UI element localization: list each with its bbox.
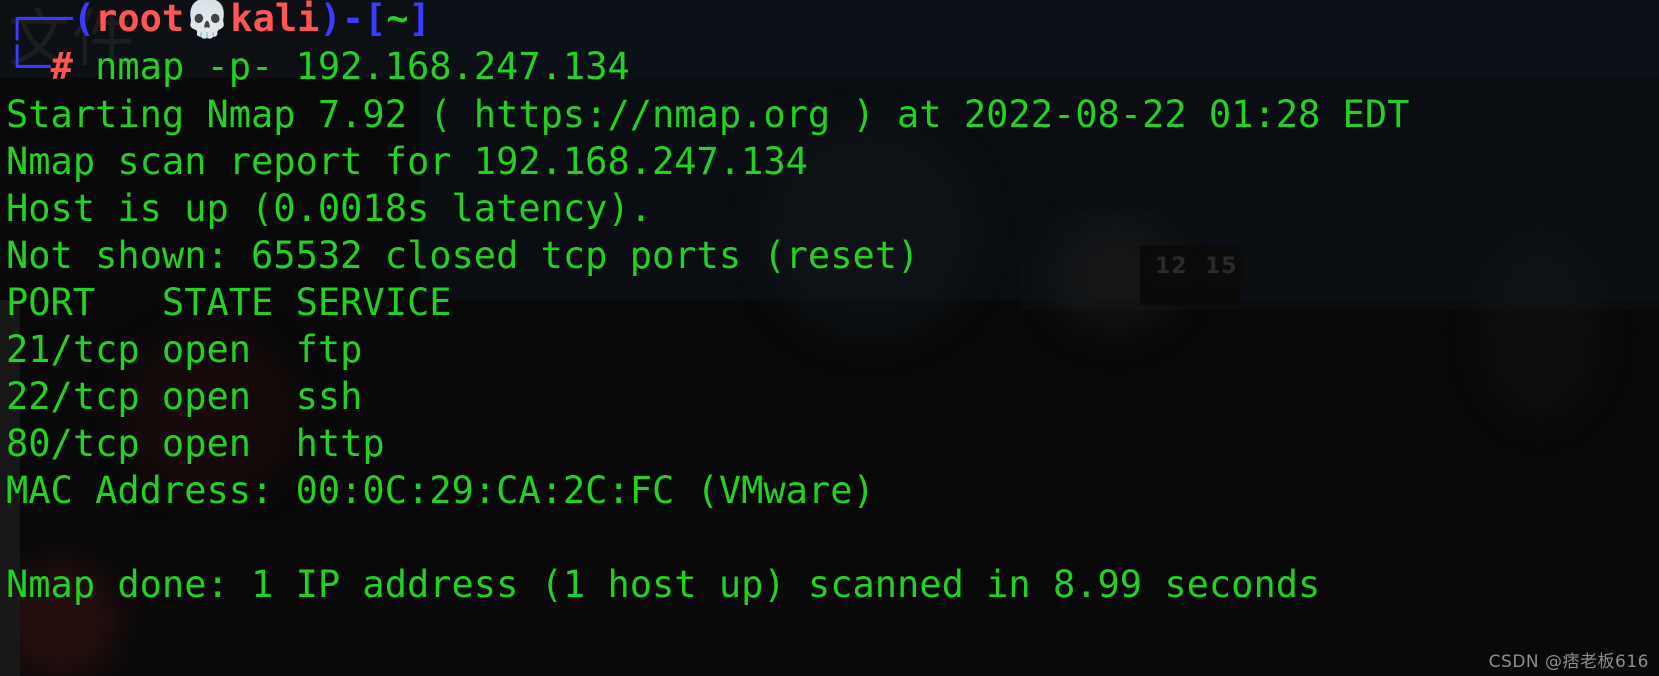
shell-prompt-line-top: ┌──(root💀kali)-[~] xyxy=(6,0,431,42)
prompt-bracket-open: [ xyxy=(363,0,387,40)
prompt-box-top: ┌── xyxy=(6,0,73,40)
output-line-scan-report: Nmap scan report for 192.168.247.134 xyxy=(6,140,808,183)
command-text: nmap -p- 192.168.247.134 xyxy=(95,45,630,88)
output-line-mac-address: MAC Address: 00:0C:29:CA:2C:FC (VMware) xyxy=(6,469,875,512)
prompt-user: root xyxy=(95,0,185,40)
prompt-dash: - xyxy=(341,0,364,40)
prompt-host: kali xyxy=(230,0,320,40)
port-table-row-ftp: 21/tcp open ftp xyxy=(6,328,363,371)
output-line-host-up: Host is up (0.0018s latency). xyxy=(6,187,653,230)
csdn-watermark: CSDN @痞老板616 xyxy=(1488,652,1649,672)
prompt-sigil: # xyxy=(50,45,73,88)
port-table-header: PORT STATE SERVICE xyxy=(6,281,452,324)
port-table-row-ssh: 22/tcp open ssh xyxy=(6,375,363,418)
port-table-row-http: 80/tcp open http xyxy=(6,422,385,465)
prompt-bracket-close: ] xyxy=(408,0,431,40)
shell-prompt-line-bottom[interactable]: └─# nmap -p- 192.168.247.134 xyxy=(6,44,630,90)
prompt-cwd: ~ xyxy=(386,0,409,40)
terminal-screen[interactable]: ┌──(root💀kali)-[~] └─# nmap -p- 192.168.… xyxy=(0,0,1659,676)
terminal-window[interactable]: 12 15 文件 ┌──(root💀kali)-[~] └─# nmap -p-… xyxy=(0,0,1659,676)
prompt-paren-close: ) xyxy=(319,0,342,40)
command-input[interactable]: nmap -p- 192.168.247.134 xyxy=(73,45,630,88)
prompt-paren-open: ( xyxy=(72,0,96,40)
output-line-nmap-done: Nmap done: 1 IP address (1 host up) scan… xyxy=(6,563,1321,606)
prompt-box-bottom: └─ xyxy=(6,45,51,88)
skull-icon: 💀 xyxy=(184,0,231,40)
output-line-starting-nmap: Starting Nmap 7.92 ( https://nmap.org ) … xyxy=(6,93,1410,136)
output-line-not-shown: Not shown: 65532 closed tcp ports (reset… xyxy=(6,234,920,277)
